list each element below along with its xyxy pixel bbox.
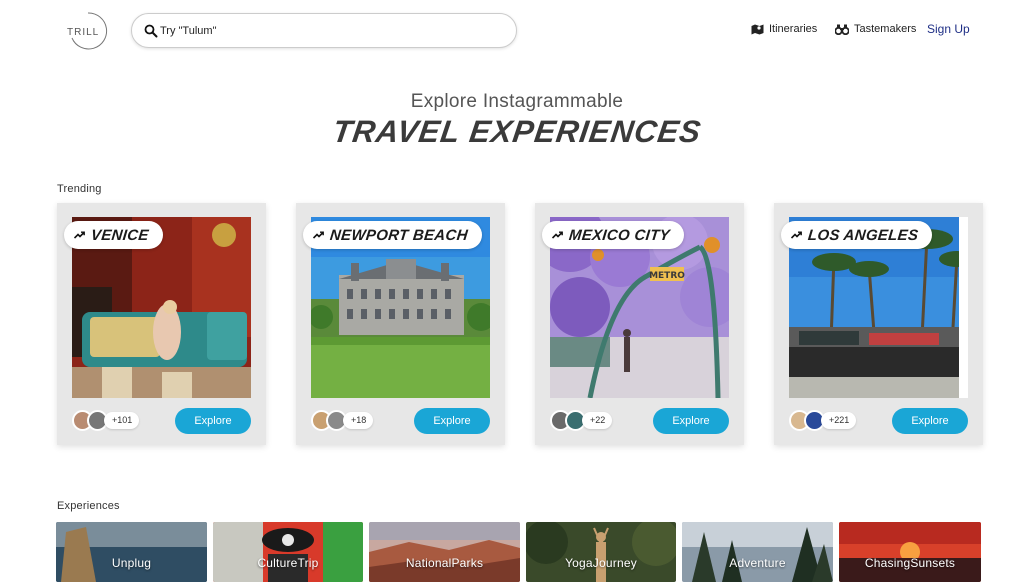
- avatar-group: +221: [789, 409, 857, 431]
- card-title: MEXICO CITY: [568, 226, 671, 244]
- experience-tile-adventure[interactable]: Adventure: [682, 522, 833, 582]
- nav-tastemakers-label: Tastemakers: [854, 23, 917, 35]
- tastemaker-count: +221: [821, 411, 857, 429]
- experience-label: Adventure: [729, 556, 786, 570]
- explore-button[interactable]: Explore: [653, 408, 729, 434]
- hero-subtitle: Explore Instagrammable: [410, 91, 624, 112]
- trending-icon: [791, 231, 802, 239]
- trending-card-newport-beach[interactable]: NEWPORT BEACH +18 Explore: [296, 203, 505, 445]
- experience-tile-yogajourney[interactable]: YogaJourney: [526, 522, 676, 582]
- trill-logo[interactable]: TRILL: [66, 10, 108, 50]
- tastemaker-count: +101: [104, 411, 140, 429]
- experience-label: YogaJourney: [565, 556, 637, 570]
- card-title: NEWPORT BEACH: [329, 226, 469, 244]
- header: TRILL Itineraries Tastemakers Sign Up: [0, 0, 1024, 62]
- card-title: LOS ANGELES: [807, 226, 920, 244]
- experience-label: CultureTrip: [257, 556, 319, 570]
- experience-label: Unplug: [111, 556, 152, 570]
- logo-text: TRILL: [67, 27, 100, 38]
- experience-tile-unplug[interactable]: Unplug: [56, 522, 207, 582]
- card-title: VENICE: [90, 226, 150, 244]
- signup-link[interactable]: Sign Up: [927, 22, 970, 36]
- binoculars-icon: [835, 24, 849, 35]
- trending-icon: [74, 231, 85, 239]
- trending-card-mexico-city[interactable]: METRO MEXICO CITY +22 Explore: [535, 203, 744, 445]
- explore-button[interactable]: Explore: [414, 408, 490, 434]
- experience-tile-chasingsunsets[interactable]: ChasingSunsets: [839, 522, 981, 582]
- card-title-tag: VENICE: [64, 221, 163, 249]
- nav-itineraries-label: Itineraries: [769, 23, 818, 35]
- experience-label: ChasingSunsets: [864, 556, 956, 570]
- trending-label: Trending: [57, 183, 102, 195]
- card-title-tag: NEWPORT BEACH: [303, 221, 482, 249]
- explore-button[interactable]: Explore: [892, 408, 968, 434]
- experience-tile-nationalparks[interactable]: NationalParks: [369, 522, 520, 582]
- map-icon: [751, 24, 764, 34]
- avatar-group: +18: [311, 409, 374, 431]
- experiences-label: Experiences: [57, 500, 120, 512]
- trending-card-los-angeles[interactable]: LOS ANGELES +221 Explore: [774, 203, 983, 445]
- search-bar[interactable]: [131, 13, 517, 48]
- hero-title: TRAVEL EXPERIENCES: [330, 114, 704, 149]
- trending-card-venice[interactable]: VENICE +101 Explore: [57, 203, 266, 445]
- trending-icon: [313, 231, 324, 239]
- explore-button[interactable]: Explore: [175, 408, 251, 434]
- search-icon: [144, 24, 158, 38]
- experience-label: NationalParks: [405, 556, 484, 570]
- nav-itineraries[interactable]: Itineraries: [751, 23, 817, 35]
- avatar-group: +101: [72, 409, 140, 431]
- search-input[interactable]: [160, 22, 490, 40]
- trending-icon: [552, 231, 563, 239]
- nav-tastemakers[interactable]: Tastemakers: [835, 23, 916, 35]
- card-title-tag: LOS ANGELES: [781, 221, 933, 249]
- tastemaker-count: +22: [582, 411, 613, 429]
- card-title-tag: MEXICO CITY: [542, 221, 684, 249]
- tastemaker-count: +18: [343, 411, 374, 429]
- svg-text:METRO: METRO: [649, 271, 685, 281]
- avatar-group: +22: [550, 409, 613, 431]
- experience-tile-culturetrip[interactable]: CultureTrip: [213, 522, 363, 582]
